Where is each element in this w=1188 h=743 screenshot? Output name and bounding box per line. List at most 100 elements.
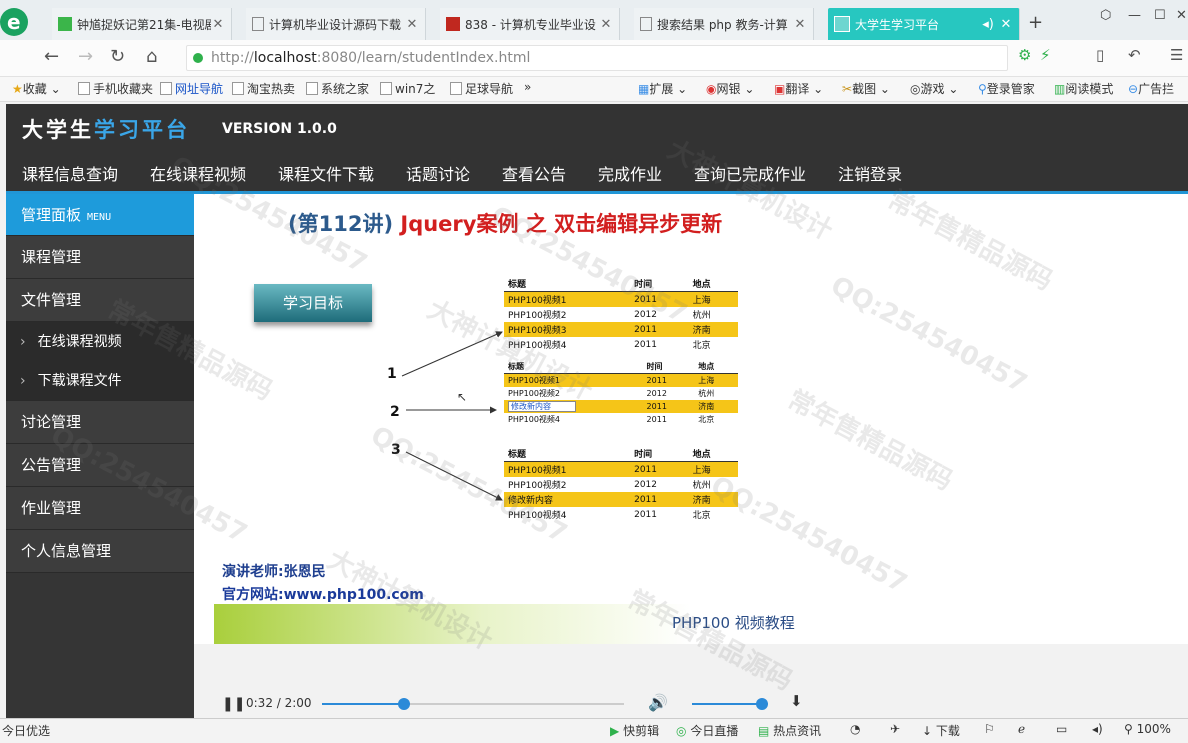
status-item[interactable]: ▶ 快剪辑 (610, 722, 659, 739)
browser-tab[interactable]: 计算机毕业设计源码下载 ✕ (246, 8, 426, 40)
status-today-pick[interactable]: 今日优选 (2, 722, 50, 739)
refresh-icon[interactable]: ↻ (110, 46, 125, 67)
close-icon[interactable]: ✕ (999, 17, 1013, 32)
website-line: 官方网站:www.php100.com (222, 587, 424, 603)
bookmark-item[interactable]: 淘宝热卖 (232, 80, 295, 97)
ext-item[interactable]: ◉网银 ⌄ (706, 80, 754, 97)
progress-handle[interactable] (398, 698, 410, 710)
window-icon[interactable]: ▭ (1056, 722, 1067, 736)
speaker-icon[interactable]: ◂) (981, 17, 995, 32)
ext-item[interactable]: ✂截图 ⌄ (842, 80, 890, 97)
pause-button[interactable]: ❚❚ (222, 696, 245, 712)
zoom-level[interactable]: ⚲ 100% (1124, 722, 1171, 736)
url-prefix: http:// (211, 50, 254, 66)
nav-online-video[interactable]: 在线课程视频 (150, 161, 246, 185)
bookmark-item[interactable]: 网址导航 (160, 80, 223, 97)
browser-logo-icon[interactable]: e (0, 2, 40, 40)
phone-icon[interactable]: ▯ (1096, 46, 1104, 64)
back-icon[interactable]: ← (44, 46, 59, 67)
star-icon: ★ (12, 82, 23, 96)
bookmark-favorites[interactable]: ★收藏 ⌄ (12, 80, 61, 97)
nav-file-download[interactable]: 课程文件下载 (278, 161, 374, 185)
nav-notices[interactable]: 查看公告 (502, 161, 566, 185)
step-arrows (401, 331, 503, 501)
status-item[interactable]: ◎ 今日直播 (676, 722, 738, 739)
teacher-line: 演讲老师:张恩民 (222, 564, 326, 580)
close-icon[interactable]: ✕ (599, 17, 613, 32)
new-tab-button[interactable]: + (1028, 12, 1043, 33)
tab-title: 838 - 计算机专业毕业设 (465, 17, 596, 32)
page-icon (640, 17, 652, 31)
page-icon (306, 82, 318, 95)
browser-tab-active[interactable]: 大学生学习平台 ◂) ✕ (828, 8, 1020, 40)
close-icon[interactable]: ✕ (405, 17, 419, 32)
translate-icon: ▣ (774, 82, 786, 96)
volume-handle[interactable] (756, 698, 768, 710)
maximize-button[interactable]: ☐ (1154, 8, 1166, 23)
volume-icon[interactable]: 🔊 (648, 693, 668, 712)
news-icon: ▤ (758, 724, 770, 738)
browser-tab[interactable]: 搜索结果 php 教务-计算 ✕ (634, 8, 814, 40)
nav-homework[interactable]: 完成作业 (598, 161, 662, 185)
url-input[interactable]: http://localhost:8080/learn/studentIndex… (186, 45, 1008, 71)
ext-item[interactable]: ▦扩展 ⌄ (638, 80, 687, 97)
close-window-button[interactable]: ✕ (1176, 8, 1187, 23)
forward-icon[interactable]: → (78, 46, 93, 67)
book-icon: ▥ (1054, 82, 1066, 96)
bookmark-item[interactable]: 足球导航 (450, 80, 513, 97)
bank-icon: ◉ (706, 82, 717, 96)
bookmark-more[interactable]: » (524, 80, 531, 94)
image-icon (834, 16, 850, 32)
sidebar-item-notices[interactable]: 公告管理 (6, 444, 194, 487)
sidebar-subitem-video[interactable]: › 在线课程视频 (6, 322, 194, 362)
flag-icon[interactable]: ⚐ (984, 722, 995, 736)
ext-item[interactable]: ⊖广告拦 (1128, 80, 1174, 97)
tab-title: 搜索结果 php 教务-计算 (657, 17, 788, 32)
close-icon[interactable]: ✕ (793, 17, 807, 32)
sidebar-item-files[interactable]: 文件管理 (6, 279, 194, 322)
bookmark-item[interactable]: win7之 (380, 80, 435, 97)
ext-item[interactable]: ▥阅读模式 (1054, 80, 1113, 97)
home-icon[interactable]: ⌂ (146, 46, 157, 67)
status-item[interactable]: ↓ 下载 (922, 722, 960, 739)
minimize-button[interactable]: — (1128, 8, 1141, 23)
sidebar-item-homework[interactable]: 作业管理 (6, 487, 194, 530)
menu-icon[interactable]: ☰ (1170, 46, 1183, 64)
ext-item[interactable]: ⚲登录管家 (978, 80, 1035, 97)
key-icon: ⚲ (978, 82, 987, 96)
skin-icon[interactable]: ⬡ (1100, 8, 1111, 23)
pin-icon[interactable]: ✈ (890, 722, 900, 736)
nav-course-info[interactable]: 课程信息查询 (22, 161, 118, 185)
close-icon[interactable]: ✕ (211, 17, 225, 32)
phone-icon (78, 82, 90, 95)
sidebar-subitem-download[interactable]: › 下载课程文件 (6, 361, 194, 401)
ie-icon[interactable]: ℯ (1018, 722, 1025, 736)
tab-title: 钟馗捉妖记第21集-电视剧 (77, 17, 211, 32)
slide-brand: PHP100 视频教程 (672, 614, 795, 632)
ext-item[interactable]: ▣翻译 ⌄ (774, 80, 823, 97)
speed-icon[interactable]: ◔ (850, 722, 860, 736)
sidebar-item-profile[interactable]: 个人信息管理 (6, 530, 194, 573)
status-item[interactable]: ▤ 热点资讯 (758, 722, 821, 739)
chevron-right-icon: › (20, 373, 26, 389)
nav-finished-homework[interactable]: 查询已完成作业 (694, 161, 806, 185)
sidebar-item-discussion[interactable]: 讨论管理 (6, 401, 194, 444)
bookmark-item[interactable]: 手机收藏夹 (78, 80, 153, 97)
live-icon: ◎ (676, 724, 687, 738)
nav-discussion[interactable]: 话题讨论 (406, 161, 470, 185)
video-edit-icon: ▶ (610, 724, 620, 738)
sidebar-item-course[interactable]: 课程管理 (6, 236, 194, 279)
chevron-right-icon: › (20, 334, 26, 350)
site-logo[interactable]: 大学生学习平台 (22, 114, 190, 144)
browser-tab[interactable]: 钟馗捉妖记第21集-电视剧 ✕ (52, 8, 232, 40)
bookmark-item[interactable]: 系统之家 (306, 80, 369, 97)
lightning-icon[interactable]: ⚡ (1040, 46, 1051, 64)
ext-item[interactable]: ◎游戏 ⌄ (910, 80, 958, 97)
nav-logout[interactable]: 注销登录 (838, 161, 902, 185)
sound-icon[interactable]: ◂) (1092, 722, 1103, 736)
speed-icon[interactable]: ⚙ (1018, 46, 1031, 64)
download-icon[interactable]: ⬇ (790, 692, 803, 710)
progress-fill (322, 703, 404, 705)
browser-tab[interactable]: 838 - 计算机专业毕业设 ✕ (440, 8, 620, 40)
undo-icon[interactable]: ↶ (1128, 46, 1141, 64)
